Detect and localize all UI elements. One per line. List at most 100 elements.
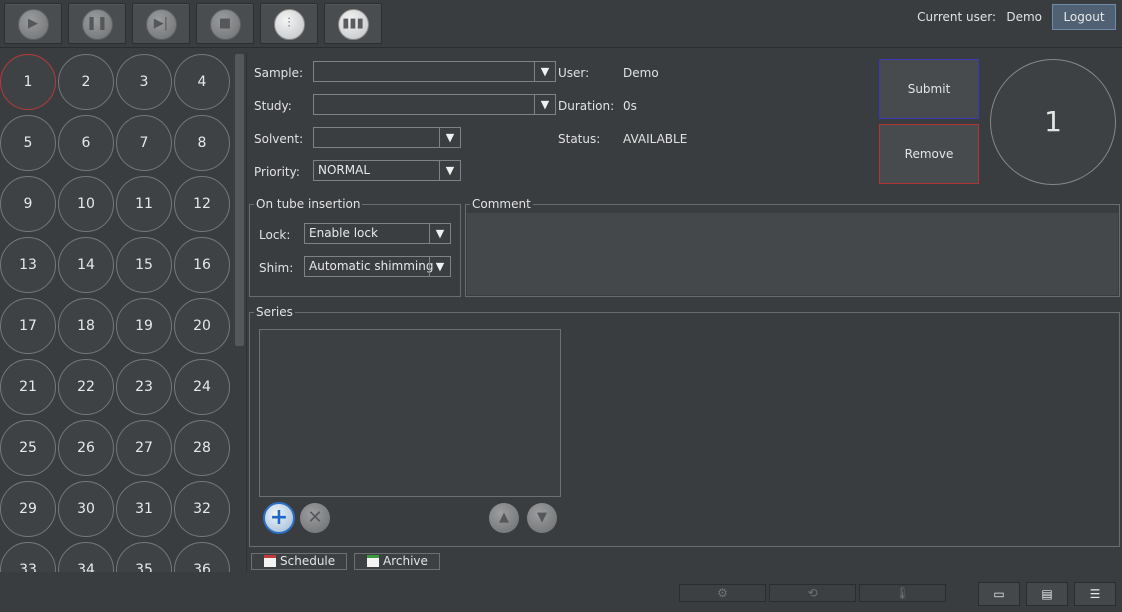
chevron-down-icon[interactable]: ▼ bbox=[429, 224, 450, 243]
stop-button[interactable]: ■ bbox=[196, 3, 254, 44]
gear-icon: ⚙ bbox=[717, 586, 728, 600]
rack-slot[interactable]: 7 bbox=[116, 115, 172, 171]
shim-combo[interactable]: Automatic shimming ▼ bbox=[304, 256, 451, 277]
chevron-down-icon[interactable]: ▼ bbox=[534, 95, 555, 114]
play-button[interactable]: ▶ bbox=[4, 3, 62, 44]
duration-value: 0s bbox=[623, 99, 637, 113]
priority-value: NORMAL bbox=[318, 163, 371, 177]
remove-button[interactable]: Remove bbox=[879, 124, 979, 184]
pause-button[interactable]: ❚❚ bbox=[68, 3, 126, 44]
sample-rack: 1 2 3 4 5 6 7 8 9 10 11 12 13 14 15 16 17 18 19 20 21 22 23 24 2… bbox=[0, 52, 247, 572]
rack-slot[interactable]: 33 bbox=[0, 542, 56, 572]
sliders-button[interactable]: ⫶ bbox=[260, 3, 318, 44]
remove-series-button[interactable]: ✕ bbox=[300, 503, 330, 533]
series-title: Series bbox=[254, 305, 295, 319]
rack-slot[interactable]: 12 bbox=[174, 176, 230, 232]
rack-scrollbar[interactable] bbox=[235, 54, 244, 346]
rack-slot[interactable]: 28 bbox=[174, 420, 230, 476]
tab-schedule[interactable]: Schedule bbox=[251, 553, 347, 570]
bar-levels-icon-glyph: ▮▮▮ bbox=[342, 16, 364, 31]
solvent-combo[interactable]: ▼ bbox=[313, 127, 461, 148]
monitor-icon: ▭ bbox=[993, 587, 1005, 601]
rack-slot[interactable]: 36 bbox=[174, 542, 230, 572]
lock-status: ⟲ bbox=[769, 584, 856, 602]
rack-slot[interactable]: 4 bbox=[174, 54, 230, 110]
submit-button[interactable]: Submit bbox=[879, 59, 979, 119]
rack-slot[interactable]: 19 bbox=[116, 298, 172, 354]
chevron-down-icon[interactable]: ▼ bbox=[429, 257, 450, 276]
rack-slot[interactable]: 35 bbox=[116, 542, 172, 572]
rack-slot[interactable]: 18 bbox=[58, 298, 114, 354]
rack-slot[interactable]: 21 bbox=[0, 359, 56, 415]
rack-slot[interactable]: 20 bbox=[174, 298, 230, 354]
rack-slot[interactable]: 11 bbox=[116, 176, 172, 232]
sample-combo[interactable]: ▼ bbox=[313, 61, 556, 82]
rack-slot[interactable]: 6 bbox=[58, 115, 114, 171]
current-user-name: Demo bbox=[1006, 10, 1042, 24]
thermometer-icon: 🌡 bbox=[894, 586, 911, 600]
rack-slot[interactable]: 3 bbox=[116, 54, 172, 110]
view-split-button[interactable]: ▤ bbox=[1026, 582, 1068, 606]
rack-slot[interactable]: 32 bbox=[174, 481, 230, 537]
rack-slot[interactable]: 2 bbox=[58, 54, 114, 110]
arrow-down-icon: ▼ bbox=[537, 510, 547, 525]
rack-slot[interactable]: 22 bbox=[58, 359, 114, 415]
priority-combo[interactable]: NORMAL ▼ bbox=[313, 160, 461, 181]
tube-insertion-title: On tube insertion bbox=[254, 197, 363, 211]
rack-slot[interactable]: 13 bbox=[0, 237, 56, 293]
rack-slot[interactable]: 1 bbox=[0, 54, 56, 110]
chevron-down-icon[interactable]: ▼ bbox=[439, 161, 460, 180]
split-view-icon: ▤ bbox=[1041, 587, 1053, 601]
play-icon-glyph: ▶ bbox=[28, 16, 38, 31]
toolbar-divider bbox=[0, 47, 1122, 48]
rack-slot[interactable]: 10 bbox=[58, 176, 114, 232]
series-list[interactable] bbox=[259, 329, 561, 497]
calendar-icon bbox=[264, 555, 276, 567]
user-label: User: bbox=[558, 66, 590, 80]
chevron-down-icon[interactable]: ▼ bbox=[439, 128, 460, 147]
lock-combo[interactable]: Enable lock ▼ bbox=[304, 223, 451, 244]
rack-slot[interactable]: 14 bbox=[58, 237, 114, 293]
rack-slot[interactable]: 17 bbox=[0, 298, 56, 354]
priority-label: Priority: bbox=[254, 165, 300, 179]
move-down-button[interactable]: ▼ bbox=[527, 503, 557, 533]
rack-slot[interactable]: 5 bbox=[0, 115, 56, 171]
sample-changer-status: ⚙ bbox=[679, 584, 766, 602]
logout-button[interactable]: Logout bbox=[1052, 4, 1116, 30]
add-series-button[interactable]: + bbox=[263, 502, 295, 534]
current-user-label: Current user: bbox=[917, 10, 996, 24]
move-up-button[interactable]: ▲ bbox=[489, 503, 519, 533]
view-list-button[interactable]: ☰ bbox=[1074, 582, 1116, 606]
levels-button[interactable]: ▮▮▮ bbox=[324, 3, 382, 44]
lock-label: Lock: bbox=[259, 228, 291, 242]
rack-slot[interactable]: 26 bbox=[58, 420, 114, 476]
rack-slot[interactable]: 15 bbox=[116, 237, 172, 293]
view-monitor-button[interactable]: ▭ bbox=[978, 582, 1020, 606]
rack-slot[interactable]: 34 bbox=[58, 542, 114, 572]
status-value: AVAILABLE bbox=[623, 132, 688, 146]
comment-title: Comment bbox=[470, 197, 533, 211]
rack-slot[interactable]: 25 bbox=[0, 420, 56, 476]
stop-icon-glyph: ■ bbox=[218, 16, 232, 31]
sliders-icon-glyph: ⫶ bbox=[287, 16, 291, 31]
plus-icon: + bbox=[269, 505, 289, 530]
rack-slot[interactable]: 24 bbox=[174, 359, 230, 415]
rack-slot[interactable]: 8 bbox=[174, 115, 230, 171]
tab-archive[interactable]: Archive bbox=[354, 553, 440, 570]
rack-slot[interactable]: 23 bbox=[116, 359, 172, 415]
rack-slot[interactable]: 16 bbox=[174, 237, 230, 293]
chevron-down-icon[interactable]: ▼ bbox=[534, 62, 555, 81]
next-button[interactable]: ▶| bbox=[132, 3, 190, 44]
comment-textarea[interactable] bbox=[467, 213, 1118, 295]
rack-slot[interactable]: 9 bbox=[0, 176, 56, 232]
user-value: Demo bbox=[623, 66, 659, 80]
study-combo[interactable]: ▼ bbox=[313, 94, 556, 115]
pause-icon-glyph: ❚❚ bbox=[86, 16, 108, 31]
rack-slot[interactable]: 31 bbox=[116, 481, 172, 537]
lock-icon: ⟲ bbox=[807, 586, 818, 600]
rack-slot[interactable]: 30 bbox=[58, 481, 114, 537]
sample-label: Sample: bbox=[254, 66, 304, 80]
rack-slot[interactable]: 27 bbox=[116, 420, 172, 476]
rack-slot[interactable]: 29 bbox=[0, 481, 56, 537]
close-icon: ✕ bbox=[307, 507, 323, 528]
